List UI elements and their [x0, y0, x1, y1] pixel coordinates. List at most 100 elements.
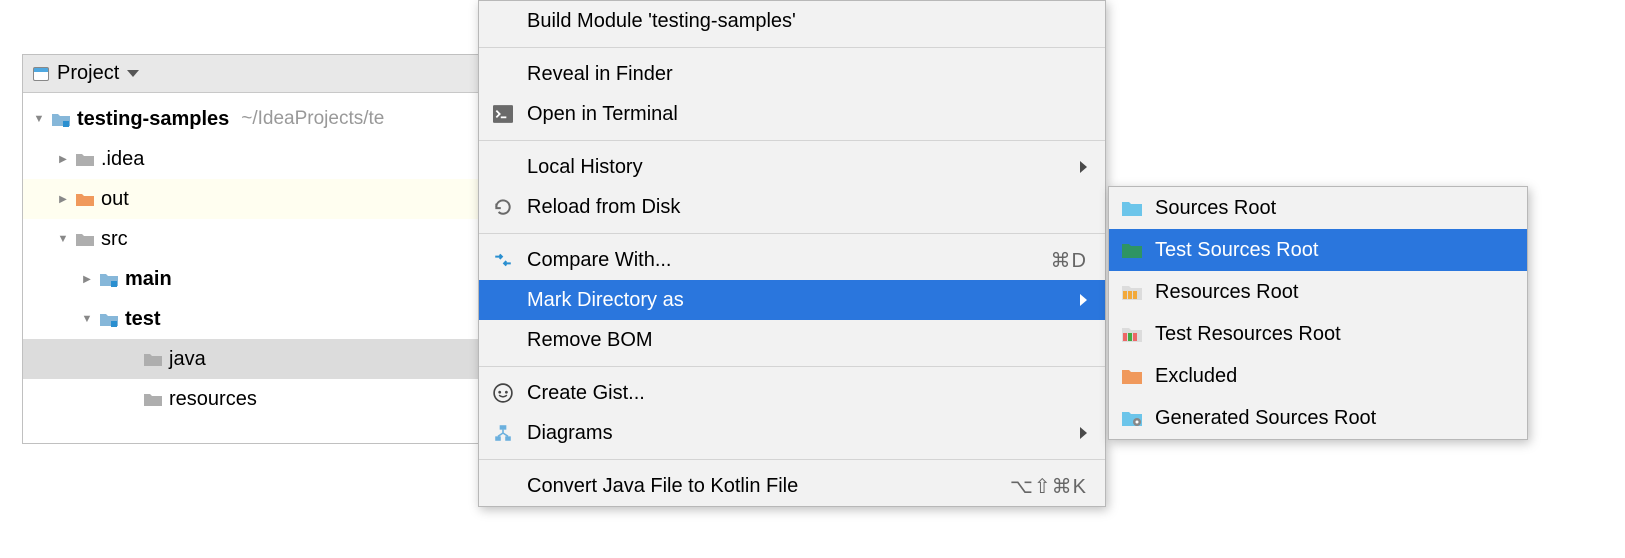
- submenu-item-generated-sources-root[interactable]: Generated Sources Root: [1109, 397, 1527, 439]
- menu-item-open-terminal[interactable]: Open in Terminal: [479, 94, 1105, 134]
- tree-path-hint: ~/IdeaProjects/te: [241, 108, 384, 130]
- menu-label: Reveal in Finder: [527, 63, 1087, 86]
- menu-label: Local History: [527, 156, 1066, 179]
- panel-title: Project: [57, 62, 119, 85]
- submenu-label: Resources Root: [1155, 281, 1298, 304]
- menu-item-compare-with[interactable]: Compare With... ⌘D: [479, 240, 1105, 280]
- github-icon: [493, 383, 513, 403]
- expand-arrow-icon[interactable]: [57, 193, 69, 205]
- menu-label: Open in Terminal: [527, 103, 1087, 126]
- blank-icon: [493, 476, 513, 496]
- menu-item-reload-disk[interactable]: Reload from Disk: [479, 187, 1105, 227]
- blank-icon: [493, 64, 513, 84]
- submenu-label: Sources Root: [1155, 197, 1276, 220]
- panel-header[interactable]: Project: [23, 55, 481, 93]
- submenu-item-sources-root[interactable]: Sources Root: [1109, 187, 1527, 229]
- submenu-item-excluded[interactable]: Excluded: [1109, 355, 1527, 397]
- tree-item-java[interactable]: java: [23, 339, 481, 379]
- tree-label: resources: [169, 388, 257, 411]
- menu-item-mark-directory-as[interactable]: Mark Directory as: [479, 280, 1105, 320]
- submenu-label: Generated Sources Root: [1155, 407, 1376, 430]
- submenu-label: Test Sources Root: [1155, 239, 1318, 262]
- blank-icon: [493, 157, 513, 177]
- blank-icon: [493, 290, 513, 310]
- blank-icon: [493, 11, 513, 31]
- test-resources-root-icon: [1121, 325, 1143, 343]
- submenu-label: Excluded: [1155, 365, 1237, 388]
- project-panel: Project testing-samples ~/IdeaProjects/t…: [22, 54, 482, 444]
- menu-label: Diagrams: [527, 422, 1066, 445]
- expand-arrow-icon[interactable]: [33, 113, 45, 125]
- submenu-item-test-resources-root[interactable]: Test Resources Root: [1109, 313, 1527, 355]
- compare-icon: [493, 250, 513, 270]
- menu-label: Mark Directory as: [527, 289, 1066, 312]
- tree-label: java: [169, 348, 206, 371]
- menu-separator: [479, 47, 1105, 48]
- reload-icon: [493, 197, 513, 217]
- sources-root-icon: [1121, 199, 1143, 217]
- module-folder-icon: [99, 271, 119, 287]
- module-folder-icon: [51, 111, 71, 127]
- submenu-arrow-icon: [1080, 294, 1087, 306]
- project-tree: testing-samples ~/IdeaProjects/te .idea …: [23, 93, 481, 419]
- menu-item-create-gist[interactable]: Create Gist...: [479, 373, 1105, 413]
- tree-item-resources[interactable]: resources: [23, 379, 481, 419]
- tree-item-main[interactable]: main: [23, 259, 481, 299]
- tree-label: .idea: [101, 148, 144, 171]
- expand-arrow-icon[interactable]: [81, 273, 93, 285]
- menu-separator: [479, 459, 1105, 460]
- context-menu: Build Module 'testing-samples' Reveal in…: [478, 0, 1106, 507]
- menu-label: Remove BOM: [527, 329, 1087, 352]
- menu-shortcut: ⌥⇧⌘K: [1010, 474, 1087, 499]
- tree-label: main: [125, 268, 172, 291]
- menu-label: Create Gist...: [527, 382, 1087, 405]
- submenu-label: Test Resources Root: [1155, 323, 1341, 346]
- expand-arrow-icon[interactable]: [57, 153, 69, 165]
- tree-label: src: [101, 228, 128, 251]
- submenu-item-test-sources-root[interactable]: Test Sources Root: [1109, 229, 1527, 271]
- menu-label: Build Module 'testing-samples': [527, 10, 1087, 33]
- resources-root-icon: [1121, 283, 1143, 301]
- tree-label: test: [125, 308, 161, 331]
- generated-sources-root-icon: [1121, 409, 1143, 427]
- tree-label: out: [101, 188, 129, 211]
- menu-item-local-history[interactable]: Local History: [479, 147, 1105, 187]
- menu-separator: [479, 366, 1105, 367]
- menu-item-diagrams[interactable]: Diagrams: [479, 413, 1105, 453]
- tree-item-out[interactable]: out: [23, 179, 481, 219]
- menu-item-reveal-finder[interactable]: Reveal in Finder: [479, 54, 1105, 94]
- folder-icon: [75, 231, 95, 247]
- submenu-arrow-icon: [1080, 427, 1087, 439]
- tree-item-root[interactable]: testing-samples ~/IdeaProjects/te: [23, 99, 481, 139]
- blank-icon: [493, 330, 513, 350]
- menu-label: Reload from Disk: [527, 196, 1087, 219]
- folder-icon: [143, 351, 163, 367]
- menu-shortcut: ⌘D: [1051, 248, 1087, 273]
- submenu-item-resources-root[interactable]: Resources Root: [1109, 271, 1527, 313]
- project-window-icon: [33, 67, 49, 81]
- chevron-down-icon[interactable]: [127, 70, 139, 77]
- expand-arrow-icon[interactable]: [57, 233, 69, 245]
- excluded-folder-icon: [1121, 367, 1143, 385]
- module-folder-icon: [99, 311, 119, 327]
- expand-arrow-icon[interactable]: [81, 313, 93, 325]
- terminal-icon: [493, 104, 513, 124]
- tree-item-test[interactable]: test: [23, 299, 481, 339]
- diagrams-icon: [493, 423, 513, 443]
- menu-item-convert-kotlin[interactable]: Convert Java File to Kotlin File ⌥⇧⌘K: [479, 466, 1105, 506]
- menu-label: Convert Java File to Kotlin File: [527, 475, 996, 498]
- excluded-folder-icon: [75, 191, 95, 207]
- folder-icon: [75, 151, 95, 167]
- menu-label: Compare With...: [527, 249, 1037, 272]
- submenu-arrow-icon: [1080, 161, 1087, 173]
- menu-separator: [479, 140, 1105, 141]
- tree-label: testing-samples: [77, 108, 229, 131]
- tree-item-src[interactable]: src: [23, 219, 481, 259]
- tree-item-idea[interactable]: .idea: [23, 139, 481, 179]
- test-sources-root-icon: [1121, 241, 1143, 259]
- mark-directory-submenu: Sources Root Test Sources Root Resources…: [1108, 186, 1528, 440]
- menu-separator: [479, 233, 1105, 234]
- menu-item-remove-bom[interactable]: Remove BOM: [479, 320, 1105, 360]
- folder-icon: [143, 391, 163, 407]
- menu-item-build-module[interactable]: Build Module 'testing-samples': [479, 1, 1105, 41]
